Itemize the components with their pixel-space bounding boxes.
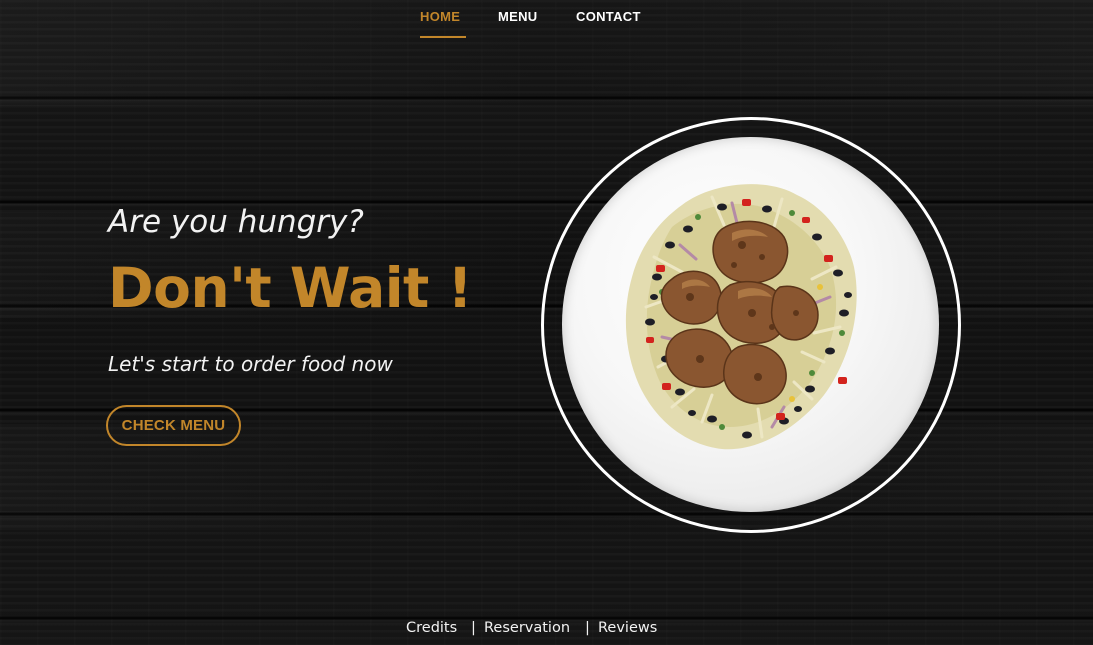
footer-credits-link[interactable]: Credits — [406, 620, 457, 636]
footer-separator: | — [585, 620, 590, 636]
active-nav-indicator — [420, 36, 466, 38]
nav-home-link[interactable]: HOME — [420, 9, 460, 24]
food-plate-image — [541, 117, 961, 533]
plate — [562, 137, 939, 512]
nav-menu-link[interactable]: MENU — [498, 9, 537, 24]
top-navigation: HOME MENU CONTACT — [0, 0, 1093, 45]
hero-tagline: Let's start to order food now — [108, 352, 393, 376]
landing-page: HOME MENU CONTACT Are you hungry? Don't … — [0, 0, 1093, 645]
footer-separator: | — [471, 620, 476, 636]
footer-reservation-link[interactable]: Reservation — [484, 620, 570, 636]
footer-reviews-link[interactable]: Reviews — [598, 620, 657, 636]
hero-subtitle: Are you hungry? — [108, 204, 364, 240]
nav-contact-link[interactable]: CONTACT — [576, 9, 641, 24]
footer-links: Credits | Reservation | Reviews — [0, 620, 1093, 642]
hero-title: Don't Wait ! — [108, 256, 473, 320]
check-menu-button[interactable]: CHECK MENU — [106, 405, 241, 446]
grilled-chicken-salad-icon — [625, 184, 857, 450]
